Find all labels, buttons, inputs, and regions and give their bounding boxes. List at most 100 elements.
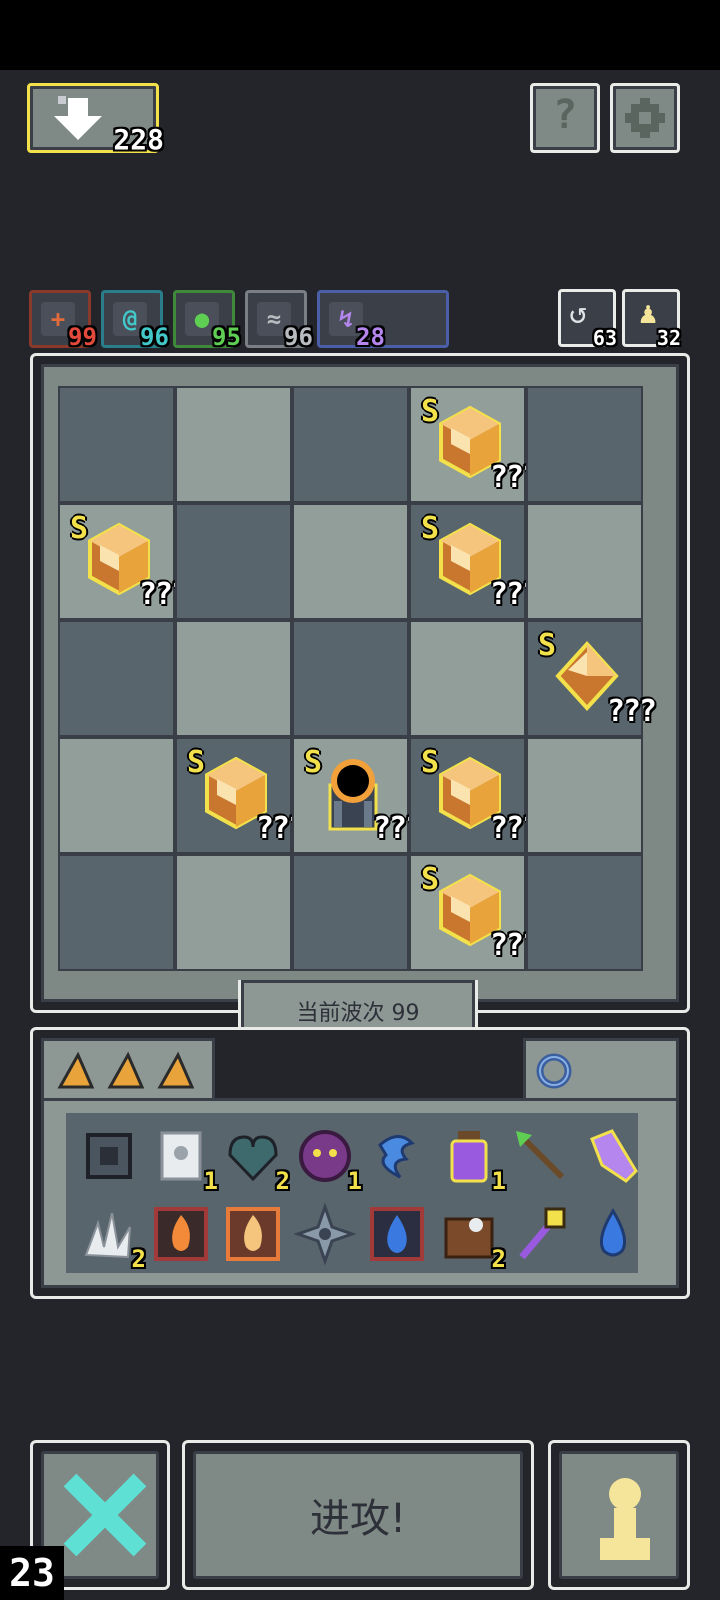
board-cell[interactable] [58, 854, 175, 971]
stat-value: 95 [212, 323, 241, 351]
attack-button-face: 进攻! [193, 1451, 523, 1579]
attack-button-label: 进攻! [309, 1496, 407, 1542]
board-cell[interactable] [58, 620, 175, 737]
board-cell[interactable] [58, 737, 175, 854]
settings-button[interactable] [610, 83, 680, 153]
inventory-tab-right [523, 1038, 679, 1106]
refresh-counter[interactable]: ↺ 63 [558, 289, 617, 350]
inventory-slots: 1 2 1 1 2 2 [66, 1113, 638, 1273]
inventory-item[interactable] [366, 1203, 428, 1265]
item-count: 2 [131, 1245, 146, 1273]
board-cell[interactable]: S??? [409, 854, 540, 971]
stat-value: 96 [284, 323, 313, 351]
board-cell[interactable]: S??? [175, 737, 306, 854]
water-drop-icon [600, 1208, 626, 1257]
pawn-counter[interactable]: ♟ 32 [622, 289, 681, 350]
flame-card-icon [226, 1207, 280, 1261]
inventory-item[interactable] [78, 1125, 140, 1187]
ring-icon[interactable] [534, 1051, 574, 1091]
item-count: 2 [491, 1245, 506, 1273]
game-board: S??? S??? S??? S??? S??? S??? S??? S??? [30, 353, 690, 1013]
close-icon [63, 1473, 147, 1557]
board-cell[interactable] [292, 854, 409, 971]
down-arrow-icon [54, 96, 102, 140]
board-cell[interactable]: S??? [526, 620, 657, 737]
stat-wind[interactable]: ≈ 96 [245, 290, 313, 351]
board-cell[interactable] [175, 503, 292, 620]
pawn-count: 32 [656, 326, 681, 350]
cheese-icon[interactable] [106, 1051, 146, 1091]
inventory-body: 1 2 1 1 2 2 [41, 1098, 679, 1288]
board-cell[interactable]: S??? [58, 503, 189, 620]
stat-lightning[interactable]: ↯ 28 [317, 290, 449, 351]
board-cell[interactable] [175, 854, 292, 971]
stat-value: 28 [356, 323, 385, 351]
pawn-icon [600, 1478, 650, 1560]
help-button[interactable]: ? [530, 83, 600, 153]
stat-value: 96 [140, 323, 169, 351]
board-grid: S??? S??? S??? S??? S??? S??? S??? S??? [58, 386, 657, 971]
inventory-panel: 1 2 1 1 2 2 [30, 1027, 690, 1299]
board-cell[interactable] [526, 854, 643, 971]
cheese-icon[interactable] [56, 1051, 96, 1091]
stat-spiral[interactable]: @ 96 [101, 290, 169, 351]
refresh-icon: ↺ [569, 296, 588, 331]
flag-button[interactable]: 228 [27, 83, 164, 156]
board-cell[interactable] [526, 737, 643, 854]
board-cell[interactable] [292, 503, 409, 620]
inventory-item[interactable] [582, 1203, 644, 1265]
inventory-item[interactable] [510, 1203, 572, 1265]
board-cell[interactable]: S??? [292, 737, 423, 854]
board-cell[interactable] [409, 620, 526, 737]
shuriken-icon [293, 1202, 357, 1266]
chip-icon [86, 1133, 132, 1179]
inventory-item[interactable]: 2 [78, 1203, 146, 1273]
inventory-tabs [41, 1038, 215, 1106]
cheese-icon[interactable] [156, 1051, 196, 1091]
inventory-item[interactable] [222, 1203, 284, 1265]
flag-count: 228 [113, 123, 164, 156]
board-cell[interactable] [175, 386, 292, 503]
water-card-icon [370, 1207, 424, 1261]
unknown-label: ??? [606, 694, 657, 729]
gear-icon [625, 98, 665, 138]
inventory-item[interactable]: 1 [294, 1125, 362, 1195]
board-cell[interactable] [292, 620, 409, 737]
arrow-icon [516, 1131, 565, 1180]
pawn-button-face [559, 1451, 679, 1579]
pawn-button[interactable] [548, 1440, 690, 1590]
item-count: 1 [347, 1167, 362, 1195]
board-cell[interactable] [292, 386, 409, 503]
inventory-item[interactable]: 2 [222, 1125, 290, 1195]
board-cell[interactable]: S??? [409, 737, 540, 854]
inventory-item[interactable] [150, 1203, 212, 1265]
inventory-item[interactable]: 2 [438, 1203, 506, 1273]
item-count: 1 [491, 1167, 506, 1195]
inventory-item[interactable] [366, 1125, 428, 1187]
corner-counter: 23 [0, 1546, 64, 1600]
inventory-item[interactable] [582, 1125, 644, 1187]
board-cell[interactable] [526, 503, 643, 620]
inventory-item[interactable] [510, 1125, 572, 1187]
crystal-icon [590, 1129, 638, 1183]
fire-card-icon [154, 1207, 208, 1261]
board-cell[interactable] [58, 386, 175, 503]
attack-button[interactable]: 进攻! [182, 1440, 534, 1590]
inventory-item[interactable] [293, 1202, 357, 1266]
board-cell[interactable] [175, 620, 292, 737]
board-cell[interactable]: S??? [409, 386, 540, 503]
status-bar [0, 0, 720, 70]
board-cell[interactable]: S??? [409, 503, 540, 620]
inventory-item[interactable]: 1 [438, 1125, 506, 1195]
inventory-item[interactable]: 1 [150, 1125, 218, 1195]
pawn-icon: ♟ [639, 296, 658, 331]
question-icon: ? [552, 92, 578, 138]
item-count: 1 [203, 1167, 218, 1195]
board-cell[interactable] [526, 386, 643, 503]
staff-icon [519, 1207, 566, 1260]
stat-attack[interactable]: + 99 [29, 290, 97, 351]
item-count: 2 [275, 1167, 290, 1195]
refresh-count: 63 [592, 326, 617, 350]
stat-nature[interactable]: ● 95 [173, 290, 241, 351]
stat-value: 99 [68, 323, 97, 351]
